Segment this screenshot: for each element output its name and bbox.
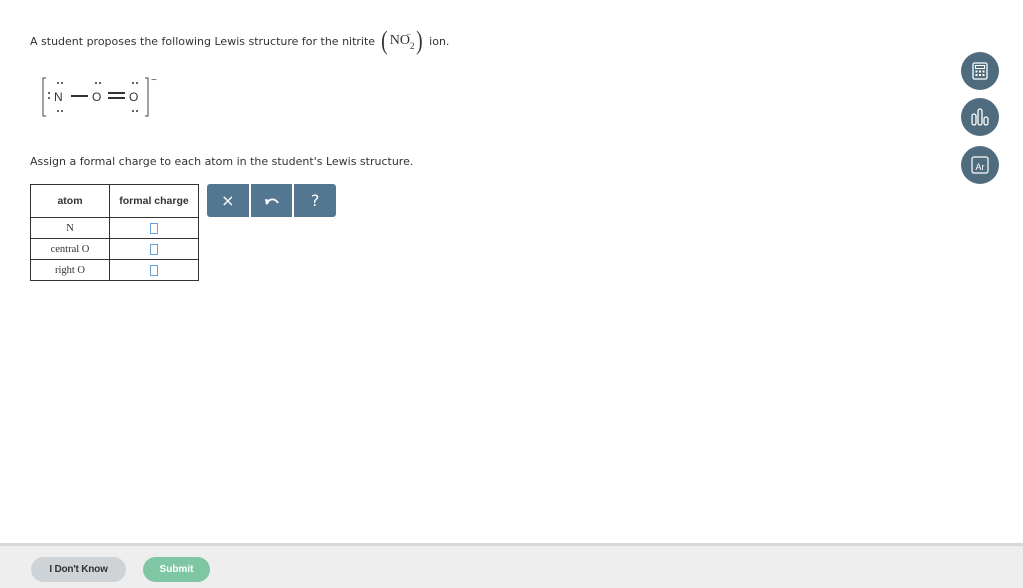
nitrite-formula: ( NO2 − ) — [380, 28, 424, 54]
clear-button[interactable]: × — [207, 184, 249, 217]
bar-chart-icon — [971, 108, 989, 126]
charge-cell — [109, 217, 199, 239]
formula-charge: − — [406, 29, 412, 39]
prompt-suffix: ion. — [429, 34, 450, 48]
formula-subscript: 2 — [409, 41, 415, 51]
footer-bar: I Don't Know Submit — [0, 543, 1023, 588]
periodic-element-icon: Ar — [971, 156, 989, 174]
atom-cell: N — [30, 217, 110, 239]
table-row: N — [30, 217, 199, 239]
header-atom: atom — [30, 184, 110, 218]
atom-right-o: O — [129, 90, 138, 104]
close-icon: × — [221, 191, 235, 210]
help-icon: ? — [310, 191, 320, 210]
undo-button[interactable] — [248, 184, 293, 217]
charge-input-n[interactable] — [150, 222, 158, 234]
submit-button[interactable]: Submit — [143, 557, 210, 582]
left-paren: ( — [381, 26, 388, 55]
overall-charge: − — [151, 76, 157, 86]
lewis-structure: − N O O — [40, 75, 170, 120]
table-row: right O — [30, 259, 199, 281]
help-button[interactable]: ? — [292, 184, 336, 217]
atom-n: N — [54, 90, 63, 104]
prompt-text: A student proposes the following Lewis s… — [30, 34, 376, 48]
calculator-button[interactable] — [961, 52, 999, 90]
atom-central-o: O — [92, 90, 101, 104]
central-o-lone-pairs — [95, 82, 101, 84]
formal-charge-table: atom formal charge N central O right O — [30, 184, 199, 281]
table-header-row: atom formal charge — [30, 184, 199, 218]
undo-icon — [264, 197, 279, 205]
charge-input-central-o[interactable] — [150, 243, 158, 255]
calculator-icon — [972, 62, 988, 80]
periodic-table-button[interactable]: Ar — [961, 146, 999, 184]
right-bracket — [145, 77, 149, 117]
table-row: central O — [30, 238, 199, 260]
charge-cell — [109, 259, 199, 281]
charge-input-right-o[interactable] — [150, 264, 158, 276]
answer-toolbar: × ? — [207, 184, 336, 217]
atom-cell: right O — [30, 259, 110, 281]
instruction-text: Assign a formal charge to each atom in t… — [30, 155, 414, 168]
right-paren: ) — [416, 26, 424, 55]
question-prompt: A student proposes the following Lewis s… — [30, 28, 449, 54]
dont-know-button[interactable]: I Don't Know — [31, 557, 126, 582]
charge-cell — [109, 238, 199, 260]
data-chart-button[interactable] — [961, 98, 999, 136]
left-bracket — [42, 77, 46, 117]
periodic-symbol: Ar — [976, 162, 985, 172]
chem-formula: NO2 − — [389, 29, 416, 51]
atom-cell: central O — [30, 238, 110, 260]
header-formal-charge: formal charge — [109, 184, 199, 218]
